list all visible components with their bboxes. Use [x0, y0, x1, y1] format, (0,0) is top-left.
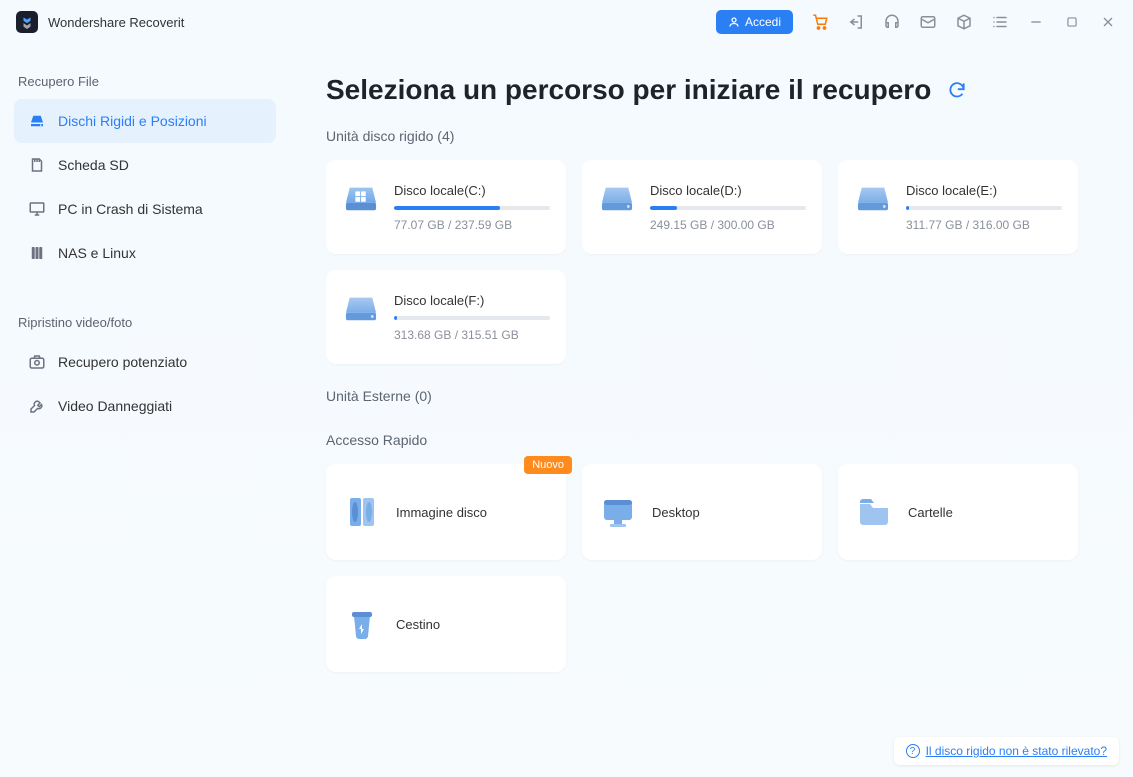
sidebar-item-label: Scheda SD: [58, 157, 129, 173]
quick-card[interactable]: Cartelle: [838, 464, 1078, 560]
drive-icon: [854, 182, 892, 214]
quick-icon: [342, 604, 382, 644]
drive-icon: [598, 182, 636, 214]
monitor-icon: [28, 200, 46, 218]
refresh-icon[interactable]: [947, 80, 967, 100]
quick-card[interactable]: Desktop: [582, 464, 822, 560]
quick-name: Desktop: [652, 505, 700, 520]
maximize-icon[interactable]: [1063, 13, 1081, 31]
hdd-section-header: Unità disco rigido (4): [326, 128, 1093, 144]
quick-name: Immagine disco: [396, 505, 487, 520]
sidebar-item-label: Dischi Rigidi e Posizioni: [58, 113, 207, 129]
quick-icon: [854, 492, 894, 532]
sd-icon: [28, 156, 46, 174]
drive-progress: [906, 206, 1062, 210]
sidebar-item-crash[interactable]: PC in Crash di Sistema: [14, 187, 276, 231]
drive-card[interactable]: Disco locale(F:) 313.68 GB / 315.51 GB: [326, 270, 566, 364]
quick-cards: NuovoImmagine disco Desktop Cartelle Cestin…: [326, 464, 1093, 672]
drive-card[interactable]: Disco locale(D:) 249.15 GB / 300.00 GB: [582, 160, 822, 254]
drive-progress: [394, 316, 550, 320]
list-icon[interactable]: [991, 13, 1009, 31]
quick-card[interactable]: Cestino: [326, 576, 566, 672]
sidebar-item-sd[interactable]: Scheda SD: [14, 143, 276, 187]
headset-icon[interactable]: [883, 13, 901, 31]
drive-meta: 313.68 GB / 315.51 GB: [394, 328, 550, 342]
sidebar-item-nas[interactable]: NAS e Linux: [14, 231, 276, 275]
cube-icon[interactable]: [955, 13, 973, 31]
drive-meta: 249.15 GB / 300.00 GB: [650, 218, 806, 232]
container: Recupero File Dischi Rigidi e Posizioni …: [0, 44, 1133, 777]
logout-icon[interactable]: [847, 13, 865, 31]
sidebar-section-recovery: Recupero File: [14, 62, 276, 99]
close-icon[interactable]: [1099, 13, 1117, 31]
quick-section-header: Accesso Rapido: [326, 432, 1093, 448]
disk-icon: [28, 112, 46, 130]
nas-icon: [28, 244, 46, 262]
drive-meta: 77.07 GB / 237.59 GB: [394, 218, 550, 232]
sidebar-section-video: Ripristino video/foto: [14, 303, 276, 340]
mail-icon[interactable]: [919, 13, 937, 31]
cart-icon[interactable]: [811, 13, 829, 31]
sidebar: Recupero File Dischi Rigidi e Posizioni …: [0, 44, 290, 777]
external-section-header: Unità Esterne (0): [326, 388, 1093, 404]
camera-icon: [28, 353, 46, 371]
page-title-row: Seleziona un percorso per iniziare il re…: [326, 74, 1093, 106]
drive-meta: 311.77 GB / 316.00 GB: [906, 218, 1062, 232]
sidebar-item-corrupted[interactable]: Video Danneggiati: [14, 384, 276, 428]
app-title: Wondershare Recoverit: [48, 15, 184, 30]
page-title: Seleziona un percorso per iniziare il re…: [326, 74, 931, 106]
drive-name: Disco locale(F:): [394, 293, 550, 308]
minimize-icon[interactable]: [1027, 13, 1045, 31]
help-icon: ?: [906, 744, 920, 758]
login-button[interactable]: Accedi: [716, 10, 793, 34]
wrench-icon: [28, 397, 46, 415]
help-link[interactable]: ? Il disco rigido non è stato rilevato?: [894, 737, 1119, 765]
quick-icon: [342, 492, 382, 532]
sidebar-item-label: NAS e Linux: [58, 245, 136, 261]
quick-name: Cartelle: [908, 505, 953, 520]
drive-name: Disco locale(E:): [906, 183, 1062, 198]
drive-card[interactable]: Disco locale(E:) 311.77 GB / 316.00 GB: [838, 160, 1078, 254]
drive-name: Disco locale(D:): [650, 183, 806, 198]
sidebar-item-label: Video Danneggiati: [58, 398, 172, 414]
new-badge: Nuovo: [524, 456, 572, 474]
sidebar-item-enhanced[interactable]: Recupero potenziato: [14, 340, 276, 384]
titlebar: Wondershare Recoverit Accedi: [0, 0, 1133, 44]
quick-name: Cestino: [396, 617, 440, 632]
app-logo: [16, 11, 38, 33]
sidebar-item-drives[interactable]: Dischi Rigidi e Posizioni: [14, 99, 276, 143]
titlebar-left: Wondershare Recoverit: [16, 11, 184, 33]
drive-name: Disco locale(C:): [394, 183, 550, 198]
drive-progress: [650, 206, 806, 210]
drive-card[interactable]: Disco locale(C:) 77.07 GB / 237.59 GB: [326, 160, 566, 254]
sidebar-item-label: PC in Crash di Sistema: [58, 201, 203, 217]
main-content: Seleziona un percorso per iniziare il re…: [290, 44, 1133, 777]
drive-icon: [342, 182, 380, 214]
quick-card[interactable]: NuovoImmagine disco: [326, 464, 566, 560]
titlebar-right: Accedi: [716, 10, 1117, 34]
help-text[interactable]: Il disco rigido non è stato rilevato?: [926, 744, 1107, 758]
drive-cards: Disco locale(C:)77.07 GB / 237.59 GBDisc…: [326, 160, 1093, 364]
sidebar-item-label: Recupero potenziato: [58, 354, 187, 370]
drive-icon: [342, 292, 380, 324]
drive-progress: [394, 206, 550, 210]
quick-icon: [598, 492, 638, 532]
